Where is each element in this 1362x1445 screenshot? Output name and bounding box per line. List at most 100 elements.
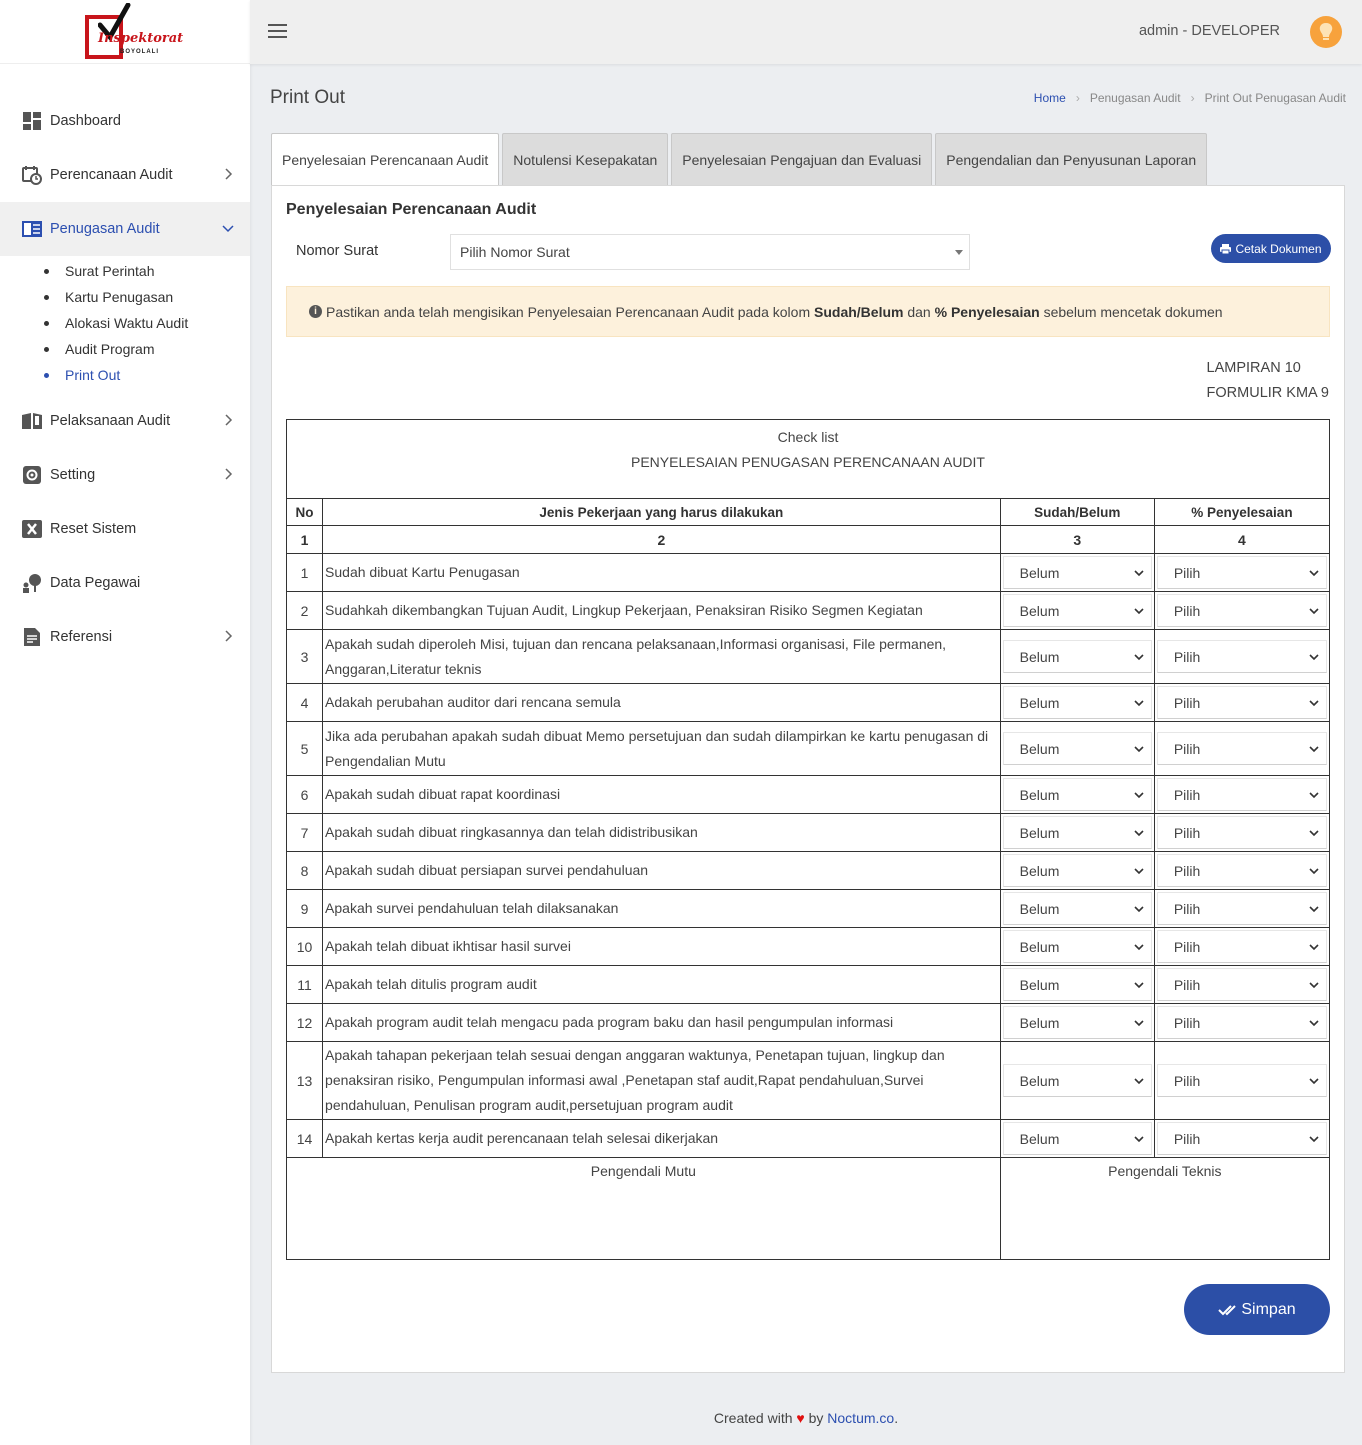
user-name[interactable]: admin - DEVELOPER [1139,23,1280,39]
status-select[interactable]: Belum [1002,1006,1152,1039]
breadcrumb-current: Print Out Penugasan Audit [1204,91,1346,105]
status-select[interactable]: Belum [1002,930,1152,963]
table-header-row: No Jenis Pekerjaan yang harus dilakukan … [285,498,1331,526]
percent-select[interactable]: Pilih [1156,968,1327,1001]
row-job: Apakah telah dibuat ikhtisar hasil surve… [322,927,1001,966]
avatar[interactable] [1310,16,1342,48]
row-job: Sudah dibuat Kartu Penugasan [322,553,1001,592]
sidebar-item-perencanaan-audit[interactable]: Perencanaan Audit [0,148,250,202]
chevron-down-icon [1309,944,1319,951]
pengendali-teknis-label: Pengendali Teknis [999,1157,1331,1260]
cetak-dokumen-button[interactable]: Cetak Dokumen [1211,234,1331,263]
percent-select[interactable]: Pilih [1156,892,1327,925]
percent-select[interactable]: Pilih [1156,816,1327,849]
row-job: Apakah telah ditulis program audit [322,965,1001,1004]
sidebar-item-reset-sistem[interactable]: Reset Sistem [0,502,250,556]
row-number: 10 [285,927,324,966]
percent-select[interactable]: Pilih [1156,778,1327,811]
status-select[interactable]: Belum [1002,686,1152,719]
percent-select[interactable]: Pilih [1156,556,1327,589]
chevron-down-icon [1134,1020,1144,1027]
submenu-print-out[interactable]: Print Out [0,362,250,388]
chevron-down-icon [1309,570,1319,577]
chevron-right-icon [225,630,233,642]
user-tree-icon [22,573,42,593]
percent-select[interactable]: Pilih [1156,686,1327,719]
hamburger-menu-icon[interactable] [268,24,287,40]
chevron-down-icon [1309,906,1319,913]
breadcrumb-home[interactable]: Home [1034,91,1066,105]
status-select[interactable]: Belum [1002,778,1152,811]
nomor-surat-label: Nomor Surat [296,243,379,259]
row-number: 7 [285,813,324,852]
inspektorat-logo[interactable]: Inspektorat BOYOLALI [84,2,183,61]
chevron-down-icon [1309,608,1319,615]
table-row: 3 Apakah sudah diperoleh Misi, tujuan dan… [285,629,1331,684]
percent-select[interactable]: Pilih [1156,930,1327,963]
status-select[interactable]: Belum [1002,854,1152,887]
tab-notulensi-kesepakatan[interactable]: Notulensi Kesepakatan [502,133,669,186]
percent-select[interactable]: Pilih [1156,1006,1327,1039]
table-row: 5 Jika ada perubahan apakah sudah dibuat … [285,721,1331,776]
percent-select[interactable]: Pilih [1156,594,1327,627]
tab-pengendalian-penyusunan[interactable]: Pengendalian dan Penyusunan Laporan [935,133,1208,186]
page-title: Print Out [270,87,345,108]
breadcrumb: Home › Penugasan Audit › Print Out Penug… [1034,91,1346,105]
submenu-audit-program[interactable]: Audit Program [0,336,250,362]
row-number: 12 [285,1003,324,1042]
sidebar-item-label: Setting [50,467,96,483]
sidebar-item-pelaksanaan-audit[interactable]: Pelaksanaan Audit [0,394,250,448]
chevron-down-icon [1134,868,1144,875]
table-row: 12 Apakah program audit telah mengacu pad… [285,1003,1331,1042]
chevron-right-icon [225,168,233,180]
status-select[interactable]: Belum [1002,1064,1152,1097]
row-job: Apakah sudah dibuat ringkasannya dan tel… [322,813,1001,852]
sidebar-item-label: Dashboard [50,113,121,129]
row-number: 6 [285,775,324,814]
row-job: Apakah tahapan pekerjaan telah sesuai de… [322,1041,1001,1120]
nomor-surat-select[interactable]: Pilih Nomor Surat [450,234,970,270]
status-select[interactable]: Belum [1002,816,1152,849]
checklist-table: Check list PENYELESAIAN PENUGASAN PERENC… [285,419,1331,1260]
submenu-alokasi-waktu-audit[interactable]: Alokasi Waktu Audit [0,310,250,336]
sidebar-item-referensi[interactable]: Referensi [0,610,250,664]
chevron-down-icon [1309,746,1319,753]
row-job: Apakah sudah diperoleh Misi, tujuan dan … [322,629,1001,684]
chevron-down-icon [1134,700,1144,707]
close-box-icon [22,519,42,539]
percent-select[interactable]: Pilih [1156,732,1327,765]
chevron-down-icon [1309,1020,1319,1027]
submenu-kartu-penugasan[interactable]: Kartu Penugasan [0,284,250,310]
sidebar-item-dashboard[interactable]: Dashboard [0,94,250,148]
row-job: Apakah survei pendahuluan telah dilaksan… [322,889,1001,928]
tab-penyelesaian-perencanaan[interactable]: Penyelesaian Perencanaan Audit [271,133,500,186]
row-job: Apakah program audit telah mengacu pada … [322,1003,1001,1042]
sidebar-item-label: Data Pegawai [50,575,141,591]
percent-select[interactable]: Pilih [1156,1122,1327,1155]
chevron-down-icon [1309,868,1319,875]
status-select[interactable]: Belum [1002,892,1152,925]
lightbulb-icon [1319,23,1333,40]
sidebar-item-label: Reset Sistem [50,521,137,537]
sidebar-item-setting[interactable]: Setting [0,448,250,502]
sidebar-item-data-pegawai[interactable]: Data Pegawai [0,556,250,610]
sidebar-item-penugasan-audit[interactable]: Penugasan Audit [0,202,250,256]
status-select[interactable]: Belum [1002,594,1152,627]
table-row: 4 Adakah perubahan auditor dari rencana s… [285,683,1331,722]
status-select[interactable]: Belum [1002,732,1152,765]
noctum-link[interactable]: Noctum.co [827,1410,894,1426]
percent-select[interactable]: Pilih [1156,854,1327,887]
status-select[interactable]: Belum [1002,556,1152,589]
simpan-button[interactable]: Simpan [1184,1284,1330,1335]
tab-penyelesaian-pengajuan[interactable]: Penyelesaian Pengajuan dan Evaluasi [671,133,933,186]
percent-select[interactable]: Pilih [1156,1064,1327,1097]
chevron-down-icon [1309,792,1319,799]
percent-select[interactable]: Pilih [1156,640,1327,673]
alert-text: Pastikan anda telah mengisikan Penyelesa… [326,303,1223,320]
submenu-surat-perintah[interactable]: Surat Perintah [0,258,250,284]
status-select[interactable]: Belum [1002,640,1152,673]
breadcrumb-penugasan-audit[interactable]: Penugasan Audit [1090,91,1181,105]
status-select[interactable]: Belum [1002,968,1152,1001]
status-select[interactable]: Belum [1002,1122,1152,1155]
row-number: 1 [285,553,324,592]
